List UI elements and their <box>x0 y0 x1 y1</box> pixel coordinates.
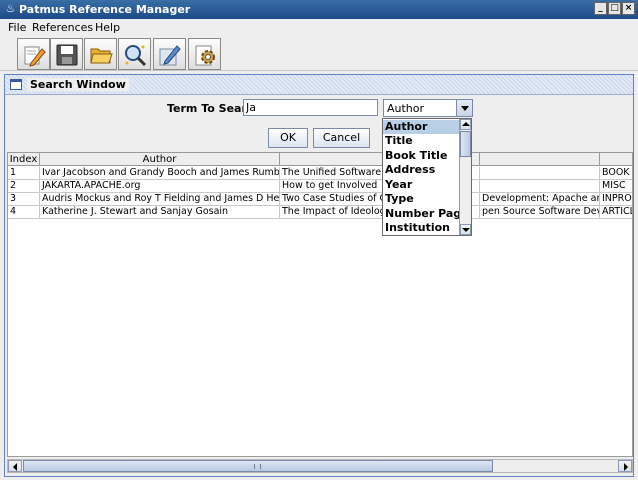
search-window: Search Window Term To Search Author OK C… <box>4 74 634 477</box>
dropdown-option-institution[interactable]: Institution <box>383 221 459 235</box>
horizontal-scrollbar[interactable] <box>7 459 633 473</box>
column-header-type[interactable] <box>600 153 632 166</box>
dropdown-scroll-thumb[interactable] <box>460 131 471 157</box>
maximize-button[interactable]: □ <box>608 2 621 15</box>
table-cell-booktitle: Development: Apache and... <box>480 193 600 205</box>
scroll-right-button[interactable] <box>618 460 632 472</box>
table-cell-author: Katherine J. Stewart and Sanjay Gosain <box>40 206 280 218</box>
dropdown-option-year[interactable]: Year <box>383 178 459 192</box>
window-frame-icon <box>10 79 22 90</box>
menu-help[interactable]: Help <box>95 21 120 34</box>
table-row[interactable]: 2 JAKARTA.APACHE.org How to get Involved… <box>8 180 632 193</box>
search-button[interactable] <box>118 38 151 70</box>
chevron-down-icon[interactable] <box>456 100 472 116</box>
write-button[interactable] <box>153 38 186 70</box>
java-coffee-icon: ♨ <box>5 2 16 15</box>
menu-bar: File References Help <box>0 19 638 37</box>
settings-button[interactable] <box>188 38 221 70</box>
save-button[interactable] <box>50 38 83 70</box>
column-header-index[interactable]: Index <box>8 153 40 166</box>
settings-gear-icon <box>195 45 215 66</box>
scroll-up-button[interactable] <box>460 119 471 130</box>
dropdown-scrollbar[interactable] <box>459 119 471 235</box>
menu-file[interactable]: File <box>8 21 26 34</box>
scroll-grip-icon <box>254 464 261 469</box>
dropdown-option-book-title[interactable]: Book Title <box>383 149 459 163</box>
table-row[interactable]: 3 Audris Mockus and Roy T Fielding and J… <box>8 193 632 206</box>
dropdown-option-number-pages[interactable]: Number Pages <box>383 207 471 221</box>
minimize-button[interactable]: _ <box>594 2 607 15</box>
column-header-author[interactable]: Author <box>40 153 280 166</box>
search-field-dropdown-list[interactable]: Author Title Book Title Address Year Typ… <box>382 118 472 236</box>
table-cell-author: JAKARTA.APACHE.org <box>40 180 280 192</box>
table-cell-index: 3 <box>8 193 40 205</box>
table-cell-type: ARTICL <box>600 206 632 218</box>
save-disk-icon <box>56 44 78 66</box>
scroll-down-button[interactable] <box>460 224 471 235</box>
table-cell-index: 4 <box>8 206 40 218</box>
window-title: Patmus Reference Manager <box>19 3 191 16</box>
dropdown-option-author[interactable]: Author <box>383 120 459 134</box>
table-row[interactable]: 4 Katherine J. Stewart and Sanjay Gosain… <box>8 206 632 219</box>
table-cell-author: Audris Mockus and Roy T Fielding and Jam… <box>42 193 280 205</box>
search-magnifier-icon <box>125 45 147 67</box>
edit-pencil-icon <box>24 46 46 67</box>
table-header: Index Author <box>8 153 632 166</box>
table-cell-booktitle <box>480 167 600 179</box>
references-table: Index Author 1 Ivar Jacobson and Grandy … <box>7 152 633 457</box>
dropdown-option-address[interactable]: Address <box>383 163 459 177</box>
table-row[interactable]: 1 Ivar Jacobson and Grandy Booch and Jam… <box>8 167 632 180</box>
ok-button[interactable]: OK <box>268 128 308 148</box>
dropdown-option-type[interactable]: Type <box>383 192 459 206</box>
column-header-booktitle[interactable] <box>480 153 600 166</box>
table-cell-type: INPRO <box>600 193 632 205</box>
table-cell-index: 2 <box>8 180 40 192</box>
close-button[interactable]: × <box>622 2 635 15</box>
search-field-combo[interactable]: Author <box>383 99 473 117</box>
cancel-button[interactable]: Cancel <box>313 128 370 148</box>
open-folder-icon <box>90 48 113 64</box>
table-cell-author: Ivar Jacobson and Grandy Booch and James… <box>42 167 280 179</box>
search-window-title-bar: Search Window <box>5 75 633 95</box>
edit-reference-button[interactable] <box>17 38 50 70</box>
window-title-bar: ♨ Patmus Reference Manager _ □ × <box>0 0 638 19</box>
dropdown-option-title[interactable]: Title <box>383 134 459 148</box>
horizontal-scroll-thumb[interactable] <box>23 460 493 472</box>
table-cell-booktitle: pen Source Software Devel... <box>480 206 600 218</box>
edit-pen-icon <box>159 45 181 66</box>
table-cell-type: MISC <box>600 180 632 192</box>
search-window-title: Search Window <box>27 78 129 91</box>
table-cell-booktitle <box>480 180 600 192</box>
search-field-selected: Author <box>387 102 425 115</box>
table-cell-index: 1 <box>8 167 40 179</box>
menu-references[interactable]: References <box>32 21 93 34</box>
open-button[interactable] <box>84 38 117 70</box>
scroll-left-button[interactable] <box>8 460 22 472</box>
table-cell-type: BOOK <box>600 167 632 179</box>
search-term-input[interactable] <box>243 99 378 116</box>
toolbar <box>0 37 638 71</box>
